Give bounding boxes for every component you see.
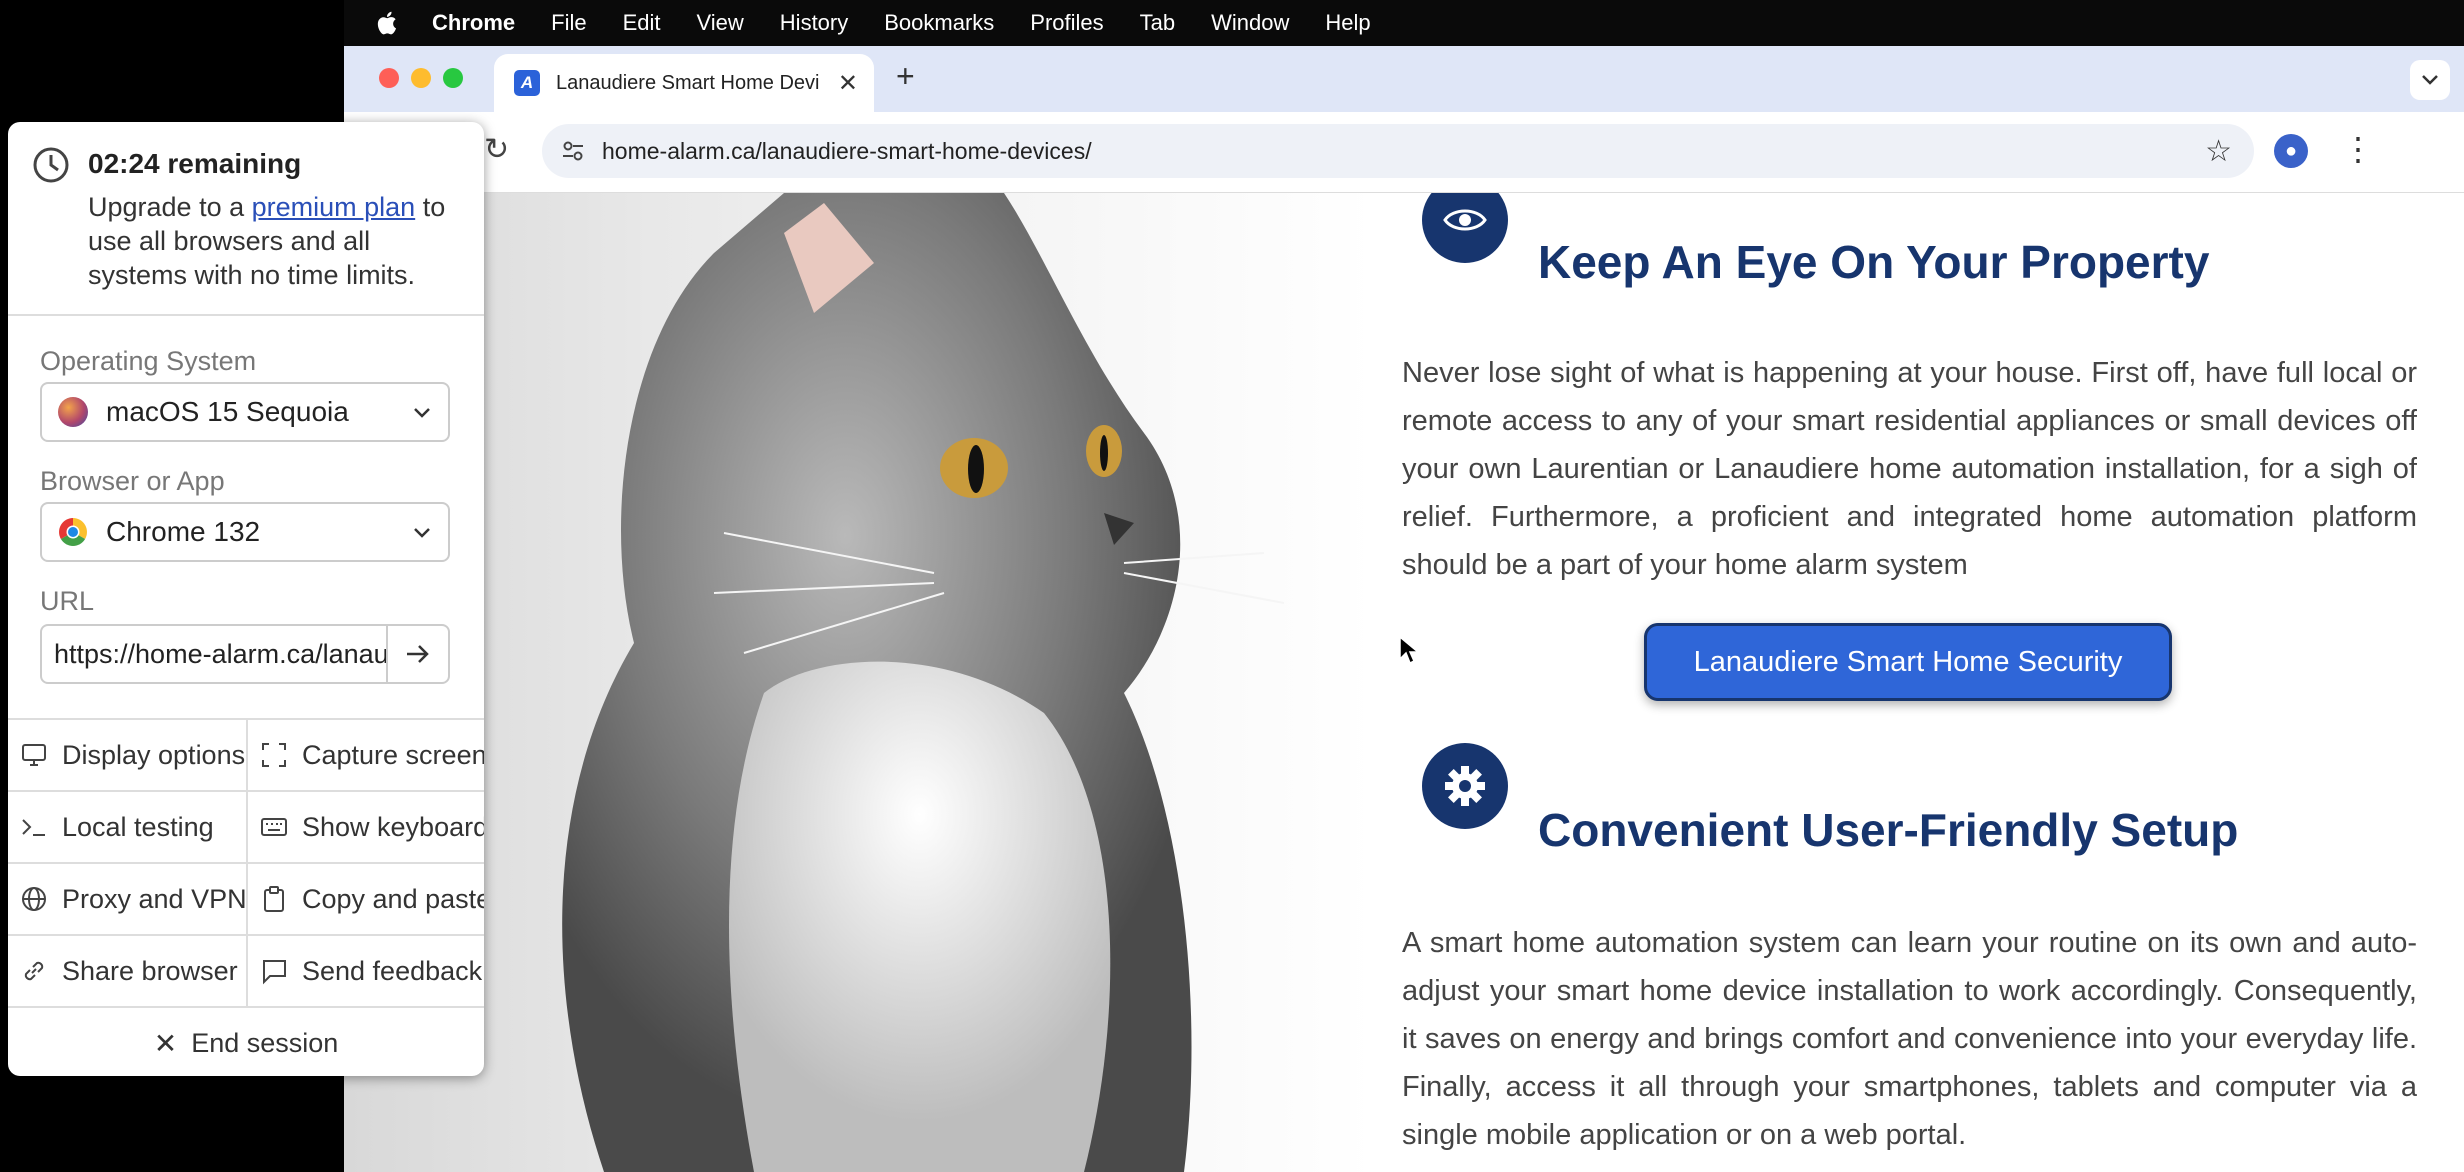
section-text-setup: A smart home automation system can learn…	[1402, 927, 2417, 1151]
tab-strip: A Lanaudiere Smart Home Devi ✕ +	[344, 46, 2464, 112]
os-value: macOS 15 Sequoia	[106, 396, 349, 427]
browser-toolbar: ↻ home-alarm.ca/lanaudiere-smart-home-de…	[344, 112, 2464, 193]
section-title-property: Keep An Eye On Your Property	[1538, 236, 2210, 288]
chevron-down-icon	[414, 528, 430, 538]
menu-bookmarks[interactable]: Bookmarks	[884, 10, 994, 36]
terminal-icon	[22, 819, 45, 836]
chrome-window: A Lanaudiere Smart Home Devi ✕ + ↻ home-…	[344, 46, 2464, 1172]
menu-app-chrome[interactable]: Chrome	[432, 10, 515, 36]
eye-section-icon	[1422, 193, 1508, 263]
url-row: https://home-alarm.ca/lanaudiere-smart-h…	[40, 624, 450, 684]
menu-file[interactable]: File	[551, 10, 586, 36]
menu-profiles[interactable]: Profiles	[1030, 10, 1103, 36]
session-timer-box: 02:24 remaining Upgrade to a premium pla…	[8, 122, 484, 316]
chevron-down-icon	[414, 408, 430, 418]
browser-select[interactable]: Chrome 132	[40, 502, 450, 562]
url-input[interactable]: https://home-alarm.ca/lanaudiere-smart-h…	[40, 624, 388, 684]
kitten-photo	[344, 193, 1374, 1172]
zoom-window-button[interactable]	[443, 68, 463, 88]
copy-paste-label: Copy and paste	[302, 883, 484, 914]
link-icon	[24, 961, 44, 981]
go-button[interactable]	[386, 624, 450, 684]
mouse-cursor-icon	[1399, 635, 1418, 665]
clipboard-icon	[264, 886, 284, 912]
os-select[interactable]: macOS 15 Sequoia	[40, 382, 450, 442]
tab-search-button[interactable]	[2410, 60, 2450, 100]
chrome-logo-icon	[59, 518, 87, 546]
os-label: Operating System	[40, 346, 257, 376]
kitten-illustration	[562, 193, 1285, 1172]
end-session-button[interactable]: ✕ End session	[8, 1006, 484, 1076]
display-options-label: Display options	[62, 739, 246, 770]
section-text-property: Never lose sight of what is happening at…	[1402, 357, 2417, 581]
chat-bubble-icon	[263, 960, 286, 985]
reload-icon[interactable]: ↻	[484, 132, 509, 167]
arrow-right-icon	[407, 645, 429, 663]
profile-avatar-icon[interactable]: ●	[2274, 134, 2308, 168]
menu-view[interactable]: View	[697, 10, 744, 36]
address-bar[interactable]: home-alarm.ca/lanaudiere-smart-home-devi…	[542, 124, 2254, 178]
close-icon: ✕	[153, 1027, 178, 1059]
site-settings-icon[interactable]	[560, 138, 586, 164]
proxy-vpn-label: Proxy and VPN	[62, 883, 246, 914]
time-remaining: 02:24 remaining	[88, 148, 302, 179]
menu-tab[interactable]: Tab	[1140, 10, 1175, 36]
menu-window[interactable]: Window	[1211, 10, 1289, 36]
apple-logo-icon[interactable]	[374, 9, 402, 37]
macos-menubar: Chrome File Edit View History Bookmarks …	[344, 0, 2464, 46]
smart-home-security-button[interactable]: Lanaudiere Smart Home Security	[1644, 623, 2172, 701]
site-favicon-icon: A	[514, 70, 540, 96]
url-label: URL	[40, 586, 95, 616]
capture-screenshot-label: Capture screenshot	[302, 739, 484, 770]
menu-history[interactable]: History	[780, 10, 848, 36]
new-tab-icon[interactable]: +	[896, 58, 915, 95]
copy-paste-button[interactable]: Copy and paste	[246, 862, 484, 934]
share-browser-button[interactable]: Share browser	[8, 934, 246, 1006]
chrome-menu-icon[interactable]: ⋮	[2342, 130, 2374, 168]
close-tab-icon[interactable]: ✕	[838, 69, 858, 98]
browser-label: Browser or App	[40, 466, 225, 496]
clock-icon	[33, 147, 69, 183]
menu-edit[interactable]: Edit	[623, 10, 661, 36]
send-feedback-button[interactable]: Send feedback	[246, 934, 484, 1006]
address-url: home-alarm.ca/lanaudiere-smart-home-devi…	[602, 137, 1092, 164]
minimize-window-button[interactable]	[411, 68, 431, 88]
web-page: Keep An Eye On Your Property Never lose …	[344, 193, 2464, 1172]
premium-plan-link[interactable]: premium plan	[252, 192, 416, 222]
capture-screenshot-button[interactable]: Capture screenshot	[246, 718, 484, 790]
capture-frame-icon	[262, 743, 286, 767]
chevron-down-icon	[2422, 75, 2438, 85]
bookmark-star-icon[interactable]: ☆	[2205, 134, 2232, 169]
tab-title: Lanaudiere Smart Home Devi	[556, 71, 820, 94]
show-keyboard-label: Show keyboard	[302, 811, 484, 842]
monitor-icon	[22, 744, 46, 766]
eye-icon	[1443, 209, 1487, 231]
local-testing-label: Local testing	[62, 811, 214, 842]
browser-value: Chrome 132	[106, 516, 261, 547]
gear-section-icon	[1422, 743, 1508, 829]
active-tab[interactable]: A Lanaudiere Smart Home Devi ✕	[494, 54, 874, 112]
share-browser-label: Share browser	[62, 955, 238, 986]
end-session-label: End session	[191, 1027, 339, 1058]
close-window-button[interactable]	[379, 68, 399, 88]
display-options-button[interactable]: Display options	[8, 718, 246, 790]
keyboard-icon	[261, 818, 287, 836]
proxy-vpn-button[interactable]: Proxy and VPN	[8, 862, 246, 934]
upgrade-prefix: Upgrade to a	[88, 192, 252, 222]
show-keyboard-button[interactable]: Show keyboard	[246, 790, 484, 862]
menu-help[interactable]: Help	[1325, 10, 1370, 36]
session-panel: 02:24 remaining Upgrade to a premium pla…	[8, 122, 484, 1076]
macos-icon	[58, 397, 88, 427]
upgrade-message: Upgrade to a premium plan to use all bro…	[88, 190, 468, 292]
send-feedback-label: Send feedback	[302, 955, 483, 986]
section-title-setup: Convenient User-Friendly Setup	[1538, 804, 2239, 856]
globe-icon	[22, 887, 46, 911]
gear-icon	[1445, 766, 1485, 806]
local-testing-button[interactable]: Local testing	[8, 790, 246, 862]
